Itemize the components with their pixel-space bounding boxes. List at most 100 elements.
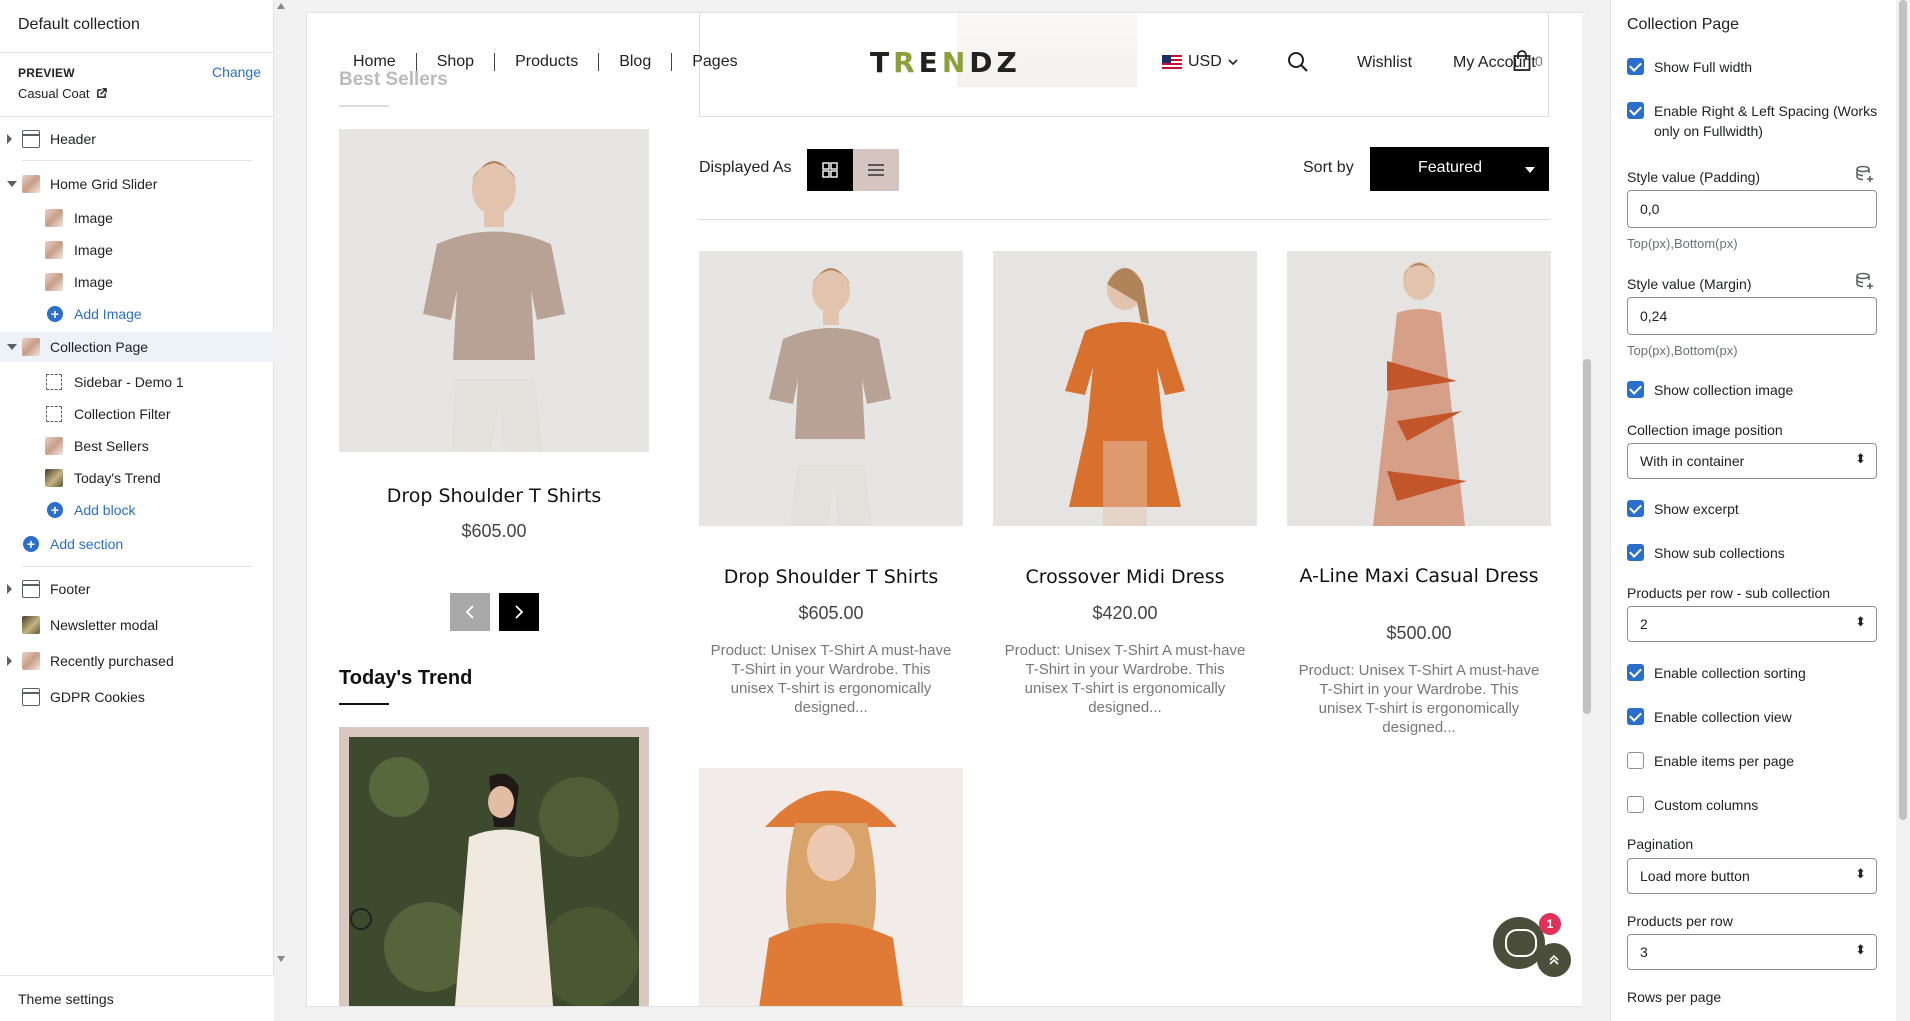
products-per-row-sub-label: Products per row - sub collection	[1627, 585, 1831, 601]
divider	[699, 219, 1549, 220]
checkbox-label: Enable collection sorting	[1654, 665, 1806, 681]
pagination-select[interactable]: Load more button	[1627, 858, 1877, 894]
padding-input[interactable]: 0,0	[1627, 190, 1877, 228]
products-per-row-sub-select[interactable]: 2	[1627, 606, 1877, 642]
margin-input[interactable]: 0,24	[1627, 297, 1877, 335]
block-collection-filter[interactable]: Collection Filter	[0, 399, 274, 429]
product-name[interactable]: A-Line Maxi Casual Dress	[1287, 566, 1551, 586]
checkbox-checked[interactable]	[1627, 544, 1644, 561]
checkbox-checked[interactable]	[1627, 381, 1644, 398]
section-icon	[22, 130, 40, 148]
currency-selector[interactable]: USD	[1162, 53, 1238, 71]
section-recently-purchased[interactable]: Recently purchased	[0, 646, 274, 676]
nav-pages[interactable]: Pages	[672, 53, 757, 71]
products-per-row-select[interactable]: 3	[1627, 934, 1877, 970]
product-image[interactable]	[1287, 251, 1551, 526]
scrollbar-thumb[interactable]	[1583, 359, 1591, 714]
checkbox-checked[interactable]	[1627, 58, 1644, 75]
scroll-down-arrow-icon[interactable]	[277, 956, 285, 962]
section-footer[interactable]: Footer	[0, 574, 274, 604]
slider-next-button[interactable]	[499, 593, 539, 631]
sort-select[interactable]: Featured	[1370, 147, 1549, 191]
checkbox-checked[interactable]	[1627, 664, 1644, 681]
block-image[interactable]: Image	[0, 235, 274, 265]
theme-settings-button[interactable]: Theme settings	[0, 975, 274, 1021]
chevron-down-icon	[1228, 59, 1238, 66]
add-image-button[interactable]: + Add Image	[0, 299, 274, 329]
product-image[interactable]	[699, 768, 963, 1006]
change-preview-link[interactable]: Change	[212, 64, 261, 80]
show-sub-collections-checkbox[interactable]: Show sub collections	[1627, 543, 1785, 563]
expand-icon[interactable]	[7, 584, 12, 594]
enable-collection-view-checkbox[interactable]: Enable collection view	[1627, 707, 1792, 727]
add-image-label: Add Image	[74, 306, 142, 322]
enable-items-per-page-checkbox[interactable]: Enable items per page	[1627, 751, 1794, 771]
section-collection-page[interactable]: Collection Page	[0, 332, 274, 362]
nav-home[interactable]: Home	[349, 53, 416, 71]
todays-trend-image[interactable]	[339, 727, 649, 1006]
image-position-select[interactable]: With in container	[1627, 443, 1877, 479]
product-name[interactable]: Crossover Midi Dress	[993, 566, 1257, 588]
block-label: Best Sellers	[74, 438, 149, 454]
best-seller-name[interactable]: Drop Shoulder T Shirts	[339, 485, 649, 507]
block-image[interactable]: Image	[0, 267, 274, 297]
sidebar-scrollbar[interactable]	[274, 0, 288, 1021]
dynamic-source-icon[interactable]	[1855, 272, 1875, 290]
enable-collection-sorting-checkbox[interactable]: Enable collection sorting	[1627, 663, 1806, 683]
wishlist-link[interactable]: Wishlist	[1357, 54, 1412, 72]
checkbox-checked[interactable]	[1627, 500, 1644, 517]
best-seller-image[interactable]	[339, 129, 649, 452]
add-section-button[interactable]: + Add section	[0, 529, 274, 559]
dynamic-source-icon[interactable]	[1855, 165, 1875, 183]
block-sidebar-demo[interactable]: Sidebar - Demo 1	[0, 367, 274, 397]
divider	[22, 566, 252, 567]
collapse-icon[interactable]	[7, 344, 17, 350]
preview-scrollbar[interactable]	[1582, 14, 1592, 1007]
slider-prev-button[interactable]	[450, 593, 490, 631]
expand-icon[interactable]	[7, 134, 12, 144]
section-newsletter[interactable]: Newsletter modal	[0, 610, 274, 640]
section-header[interactable]: Header	[0, 124, 274, 154]
scroll-up-arrow-icon[interactable]	[277, 3, 285, 9]
list-icon	[868, 164, 884, 176]
custom-columns-checkbox[interactable]: Custom columns	[1627, 795, 1758, 815]
show-excerpt-checkbox[interactable]: Show excerpt	[1627, 499, 1739, 519]
enable-spacing-checkbox[interactable]: Enable Right & Left Spacing (Works only …	[1627, 101, 1887, 141]
list-view-button[interactable]	[853, 149, 899, 191]
nav-products[interactable]: Products	[495, 53, 598, 71]
collapse-icon[interactable]	[7, 181, 17, 187]
back-to-top-button[interactable]	[1537, 943, 1571, 977]
block-label: Image	[74, 242, 113, 258]
show-full-width-checkbox[interactable]: Show Full width	[1627, 57, 1752, 77]
chat-notification-badge: 1	[1539, 913, 1561, 935]
settings-scrollbar[interactable]	[1896, 0, 1910, 1021]
scrollbar-thumb[interactable]	[1899, 0, 1907, 820]
checkbox-unchecked[interactable]	[1627, 796, 1644, 813]
block-icon	[46, 406, 62, 422]
section-gdpr[interactable]: GDPR Cookies	[0, 682, 274, 712]
image-thumbnail-icon	[45, 437, 63, 455]
product-image[interactable]	[699, 251, 963, 526]
product-image[interactable]	[993, 251, 1257, 526]
page-thumbnail-icon	[22, 338, 40, 356]
preview-value[interactable]: Casual Coat	[18, 86, 107, 101]
show-collection-image-checkbox[interactable]: Show collection image	[1627, 380, 1793, 400]
store-logo[interactable]: TRENDZ	[870, 46, 1021, 79]
checkbox-unchecked[interactable]	[1627, 752, 1644, 769]
image-thumbnail-icon	[45, 469, 63, 487]
add-block-button[interactable]: + Add block	[0, 495, 274, 525]
product-name[interactable]: Drop Shoulder T Shirts	[699, 566, 963, 588]
section-icon	[22, 580, 40, 598]
checkbox-checked[interactable]	[1627, 708, 1644, 725]
nav-shop[interactable]: Shop	[417, 53, 494, 71]
section-home-grid-slider[interactable]: Home Grid Slider	[0, 169, 274, 199]
block-best-sellers[interactable]: Best Sellers	[0, 431, 274, 461]
checkbox-checked[interactable]	[1627, 102, 1644, 119]
expand-icon[interactable]	[7, 656, 12, 666]
nav-blog[interactable]: Blog	[599, 53, 671, 71]
block-todays-trend[interactable]: Today's Trend	[0, 463, 274, 493]
cart-button[interactable]: 0	[1513, 50, 1543, 72]
block-image[interactable]: Image	[0, 203, 274, 233]
grid-view-button[interactable]	[807, 149, 853, 191]
search-icon[interactable]	[1287, 51, 1309, 73]
